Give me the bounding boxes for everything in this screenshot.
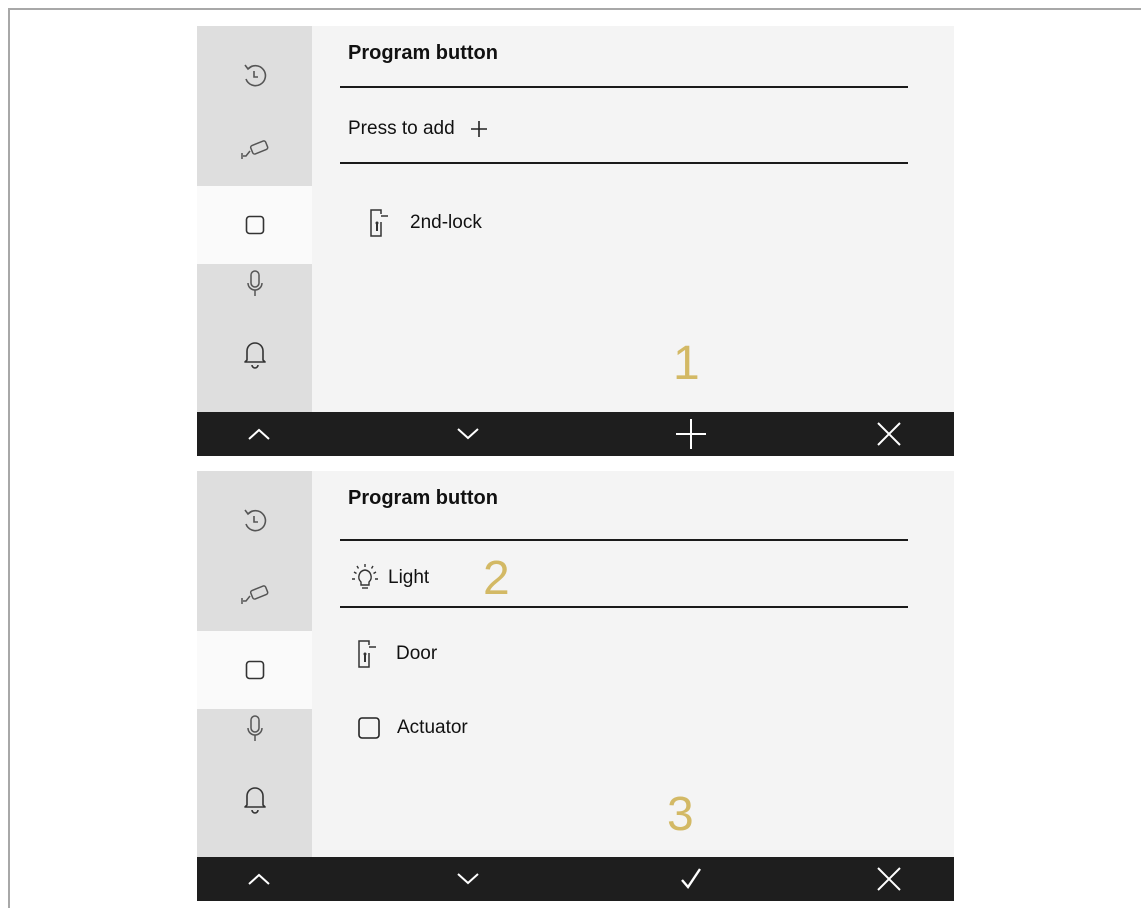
bell-icon (243, 342, 266, 369)
add-item-label: Press to add (348, 118, 455, 139)
sidebar (197, 471, 312, 857)
door-icon (358, 640, 376, 668)
close-icon (877, 422, 901, 446)
actuator-icon (358, 717, 380, 739)
list-item-label: 2nd-lock (410, 212, 482, 233)
sidebar-item-bell[interactable] (197, 332, 312, 376)
page-title: Program button (348, 487, 498, 509)
divider (340, 86, 908, 88)
confirm-button[interactable] (661, 857, 721, 901)
chevron-up-icon (248, 873, 270, 885)
list-item-label: Actuator (397, 717, 468, 738)
sidebar-item-camera[interactable] (197, 573, 312, 617)
list-item-door[interactable]: Door (356, 637, 437, 671)
plus-icon (676, 419, 706, 449)
close-button[interactable] (859, 857, 919, 901)
step-number: 2 (483, 552, 510, 605)
camera-icon (240, 140, 268, 159)
add-item-row[interactable]: Press to add (348, 114, 489, 144)
page-title: Program button (348, 42, 498, 64)
divider (340, 162, 908, 164)
list-item-light[interactable]: Light (350, 561, 429, 595)
microphone-icon (246, 270, 263, 296)
bottom-toolbar (197, 857, 954, 901)
sidebar-item-bell[interactable] (197, 777, 312, 821)
list-item-actuator[interactable]: Actuator (357, 711, 468, 745)
sidebar-item-microphone[interactable] (197, 266, 312, 304)
history-icon (243, 509, 266, 532)
list-item[interactable]: 2nd-lock (368, 206, 482, 240)
chevron-up-icon (248, 428, 270, 440)
chevron-down-icon (457, 428, 479, 440)
list-item-label: Light (388, 567, 430, 588)
add-button[interactable] (661, 412, 721, 456)
main-content: Program button Press to add 2nd-lock (312, 26, 954, 412)
lightbulb-icon (352, 564, 378, 589)
close-button[interactable] (859, 412, 919, 456)
button-icon (245, 660, 264, 680)
sidebar-item-button[interactable] (197, 186, 312, 264)
bell-icon (243, 787, 266, 814)
sidebar-item-button[interactable] (197, 631, 312, 709)
door-icon (370, 209, 388, 237)
scroll-down-button[interactable] (438, 857, 498, 901)
close-icon (877, 867, 901, 891)
step-number: 1 (673, 337, 700, 390)
divider (340, 606, 908, 608)
frame-border-top (8, 8, 1141, 10)
sidebar-item-microphone[interactable] (197, 711, 312, 749)
button-icon (245, 215, 264, 235)
camera-icon (240, 585, 268, 604)
bottom-toolbar (197, 412, 954, 456)
scroll-up-button[interactable] (229, 857, 289, 901)
list-item-label: Door (396, 643, 438, 664)
microphone-icon (246, 715, 263, 741)
main-content: Program button Light Door Actuator (312, 471, 954, 857)
sidebar-item-camera[interactable] (197, 128, 312, 172)
plus-icon (470, 121, 487, 137)
sidebar-item-history[interactable] (197, 499, 312, 543)
sidebar (197, 26, 312, 412)
scroll-down-button[interactable] (438, 412, 498, 456)
checkmark-icon (681, 868, 701, 889)
step-number: 3 (667, 788, 694, 841)
frame-border-left (8, 8, 10, 908)
screen-panel-2: Program button Light Door Actuator 2 3 (197, 471, 954, 901)
history-icon (243, 64, 266, 87)
divider (340, 539, 908, 541)
screen-panel-1: Program button Press to add 2nd-lock 1 (197, 26, 954, 456)
sidebar-item-history[interactable] (197, 54, 312, 98)
chevron-down-icon (457, 873, 479, 885)
scroll-up-button[interactable] (229, 412, 289, 456)
